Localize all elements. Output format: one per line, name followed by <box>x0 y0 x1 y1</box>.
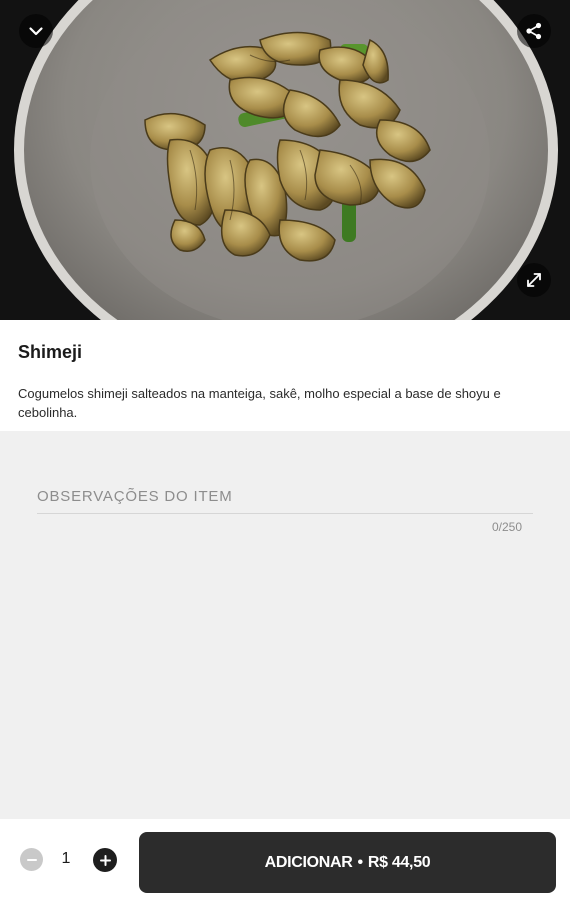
product-description: Cogumelos shimeji salteados na manteiga,… <box>18 386 501 420</box>
expand-image-button[interactable] <box>517 263 551 297</box>
quantity-value: 1 <box>61 850 71 867</box>
add-button-price: R$ 44,50 <box>367 853 431 871</box>
product-title: Shimeji <box>18 342 83 362</box>
notes-section: 0/250 <box>0 431 570 819</box>
collapse-button[interactable] <box>19 14 53 48</box>
plus-icon <box>99 854 111 866</box>
product-image[interactable] <box>0 0 570 320</box>
order-bar: 1 ADICIONAR • R$ 44,50 <box>0 819 570 900</box>
share-icon <box>526 22 542 40</box>
chevron-down-icon <box>29 27 43 36</box>
notes-char-counter: 0/250 <box>491 520 522 534</box>
expand-icon <box>527 273 541 287</box>
add-button-label: ADICIONAR <box>264 853 353 871</box>
minus-icon <box>26 858 37 861</box>
item-notes-input[interactable] <box>37 479 533 514</box>
share-button[interactable] <box>517 14 551 48</box>
add-to-cart-button[interactable]: ADICIONAR • R$ 44,50 <box>139 832 556 893</box>
food-photo <box>0 0 570 320</box>
product-info: Shimeji Cogumelos shimeji salteados na m… <box>0 320 570 431</box>
increase-quantity-button[interactable] <box>93 848 117 872</box>
decrease-quantity-button[interactable] <box>20 848 43 871</box>
add-button-separator: • <box>357 853 364 871</box>
